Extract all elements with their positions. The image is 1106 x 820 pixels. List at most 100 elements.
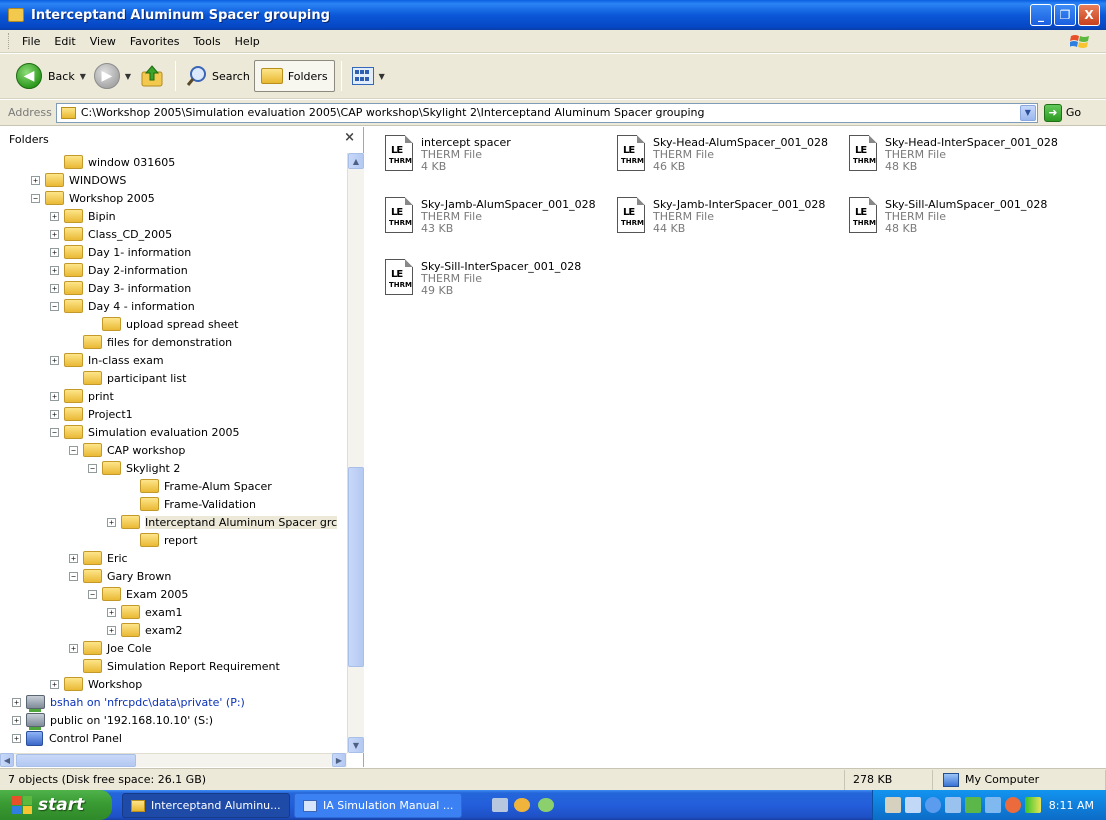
collapse-icon[interactable]: − [88, 589, 97, 599]
tree-item[interactable]: report [140, 531, 198, 549]
tree-item[interactable]: files for demonstration [83, 333, 232, 351]
tree-item[interactable]: + print [50, 387, 114, 405]
tree-vertical-scrollbar[interactable]: ▲ ▼ [347, 153, 364, 753]
file-item[interactable]: LE THRM Sky-Sill-InterSpacer_001_028 THERM … [365, 253, 597, 309]
start-button[interactable]: start [0, 790, 112, 820]
expand-icon[interactable]: + [50, 283, 59, 293]
collapse-icon[interactable]: − [69, 445, 78, 455]
scroll-left-icon[interactable]: ◀ [0, 753, 14, 767]
maximize-button[interactable]: ❐ [1054, 4, 1076, 26]
tree-item[interactable]: − Day 4 - information [50, 297, 195, 315]
tree-item[interactable]: upload spread sheet [102, 315, 239, 333]
go-button[interactable]: ➜ Go [1043, 103, 1081, 122]
menu-favorites[interactable]: Favorites [123, 35, 187, 48]
expand-icon[interactable]: + [50, 265, 59, 275]
scroll-right-icon[interactable]: ▶ [332, 753, 346, 767]
menu-help[interactable]: Help [228, 35, 267, 48]
expand-icon[interactable]: + [50, 355, 59, 365]
expand-icon[interactable]: + [50, 409, 59, 419]
file-item[interactable]: LE THRM Sky-Jamb-AlumSpacer_001_028 THERM F… [365, 191, 597, 247]
back-dropdown-icon[interactable]: ▼ [80, 72, 86, 81]
expand-icon[interactable]: + [50, 247, 59, 257]
tree-item[interactable]: + exam2 [107, 621, 183, 639]
tree-item[interactable]: + exam1 [107, 603, 183, 621]
taskbar-clock[interactable]: 8:11 AM [1049, 799, 1094, 812]
expand-icon[interactable]: + [50, 679, 59, 689]
expand-icon[interactable]: + [107, 625, 116, 635]
menu-grip[interactable] [8, 33, 11, 49]
expand-icon[interactable]: + [69, 643, 78, 653]
expand-icon[interactable]: + [50, 391, 59, 401]
network-tray-icon[interactable] [945, 797, 961, 813]
tree-item[interactable]: − Simulation evaluation 2005 [50, 423, 239, 441]
expand-icon[interactable]: + [50, 211, 59, 221]
horizontal-scroll-thumb[interactable] [16, 754, 136, 767]
expand-icon[interactable]: + [12, 715, 21, 725]
folders-button[interactable]: Folders [253, 60, 335, 92]
file-item[interactable]: LE THRM Sky-Jamb-InterSpacer_001_028 THERM … [597, 191, 829, 247]
expand-icon[interactable]: + [31, 175, 40, 185]
expand-icon[interactable]: + [12, 697, 21, 707]
tree-item[interactable]: Frame-Alum Spacer [140, 477, 272, 495]
file-item[interactable]: LE THRM Sky-Head-InterSpacer_001_028 THERM … [829, 129, 1061, 185]
tree-item[interactable]: Frame-Validation [140, 495, 256, 513]
tree-item[interactable]: + Workshop [50, 675, 142, 693]
pen-tray-icon[interactable] [885, 797, 901, 813]
task-manual-window[interactable]: IA Simulation Manual ... [294, 793, 462, 818]
close-pane-icon[interactable]: × [344, 130, 355, 145]
tree-item[interactable]: + Interceptand Aluminum Spacer grc [107, 513, 338, 531]
scroll-down-icon[interactable]: ▼ [348, 737, 364, 753]
expand-icon[interactable]: + [107, 607, 116, 617]
collapse-icon[interactable]: − [50, 427, 59, 437]
tree-item[interactable]: − Exam 2005 [88, 585, 188, 603]
tree-item[interactable]: − Gary Brown [69, 567, 171, 585]
tree-item[interactable]: − Workshop 2005 [31, 189, 155, 207]
search-button[interactable]: Search [182, 59, 254, 93]
tree-item[interactable]: + WINDOWS [31, 171, 126, 189]
file-item[interactable]: LE THRM Sky-Sill-AlumSpacer_001_028 THERM F… [829, 191, 1061, 247]
back-tray-icon[interactable] [925, 797, 941, 813]
quick-launch-search-icon[interactable] [538, 798, 554, 812]
expand-icon[interactable]: + [107, 517, 116, 527]
tree-item[interactable]: + Day 1- information [50, 243, 191, 261]
tree-item[interactable]: − Skylight 2 [88, 459, 180, 477]
views-button[interactable]: ▼ [348, 59, 389, 93]
task-explorer-window[interactable]: Interceptand Aluminu... [122, 793, 290, 818]
tree-horizontal-scrollbar[interactable]: ◀ ▶ [0, 753, 347, 767]
collapse-icon[interactable]: − [88, 463, 97, 473]
forward-dropdown-icon[interactable]: ▼ [125, 72, 131, 81]
tree-item[interactable]: + Day 3- information [50, 279, 191, 297]
tree-item[interactable]: participant list [83, 369, 186, 387]
file-item[interactable]: LE THRM intercept spacer THERM File 4 KB [365, 129, 597, 185]
scroll-thumb[interactable] [348, 467, 364, 667]
menu-tools[interactable]: Tools [187, 35, 228, 48]
tree-item[interactable]: + public on '192.168.10.10' (S:) [12, 711, 213, 730]
menu-edit[interactable]: Edit [47, 35, 82, 48]
tree-item[interactable]: + Eric [69, 549, 128, 567]
forward-button[interactable]: ▶ ▼ [90, 59, 135, 93]
connection-tray-icon[interactable] [985, 797, 1001, 813]
close-button[interactable]: X [1078, 4, 1100, 26]
expand-icon[interactable]: + [69, 553, 78, 563]
tree-item[interactable]: + Day 2-information [50, 261, 188, 279]
tree-item[interactable]: window 031605 [64, 153, 175, 171]
device-tray-icon[interactable] [965, 797, 981, 813]
display-tray-icon[interactable] [905, 797, 921, 813]
tree-item[interactable]: Simulation Report Requirement [83, 657, 280, 675]
tree-item[interactable]: + Bipin [50, 207, 116, 225]
tree-item[interactable]: + Control Panel [12, 729, 122, 747]
expand-icon[interactable]: + [12, 733, 21, 743]
tree-item[interactable]: + Project1 [50, 405, 133, 423]
file-item[interactable]: LE THRM Sky-Head-AlumSpacer_001_028 THERM F… [597, 129, 829, 185]
collapse-icon[interactable]: − [31, 193, 40, 203]
menu-view[interactable]: View [83, 35, 123, 48]
tree-item[interactable]: + Class_CD_2005 [50, 225, 172, 243]
minimize-button[interactable]: _ [1030, 4, 1052, 26]
back-button[interactable]: ◀ Back ▼ [12, 59, 90, 93]
security-tray-icon[interactable] [1005, 797, 1021, 813]
tree-item[interactable]: + bshah on 'nfrcpdc\data\private' (P:) [12, 693, 245, 712]
signal-strength-icon[interactable] [1025, 797, 1041, 813]
quick-launch-network-icon[interactable] [492, 798, 508, 812]
address-input[interactable]: C:\Workshop 2005\Simulation evaluation 2… [55, 102, 1038, 123]
tree-item[interactable]: + In-class exam [50, 351, 164, 369]
